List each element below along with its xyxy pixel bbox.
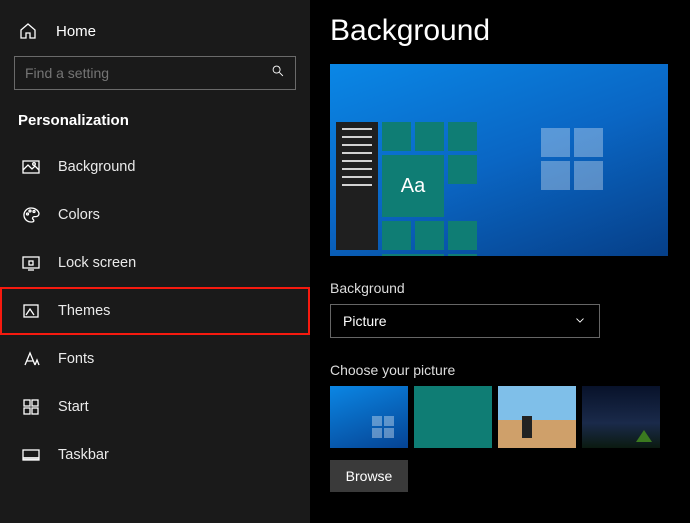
sidebar-item-fonts[interactable]: Fonts	[0, 335, 310, 383]
sidebar-item-colors[interactable]: Colors	[0, 191, 310, 239]
themes-icon	[20, 300, 42, 322]
fonts-icon	[20, 348, 42, 370]
picture-option-4[interactable]	[582, 386, 660, 448]
start-icon	[20, 396, 42, 418]
main-panel: Background Aa Background Picture Choose …	[310, 0, 690, 523]
section-title: Personalization	[0, 112, 310, 143]
palette-icon	[20, 204, 42, 226]
choose-picture-label: Choose your picture	[330, 362, 670, 378]
search-setting-box[interactable]	[14, 56, 296, 90]
sidebar-item-lockscreen[interactable]: Lock screen	[0, 239, 310, 287]
picture-option-1[interactable]	[330, 386, 408, 448]
lockscreen-icon	[20, 252, 42, 274]
taskbar-icon	[20, 444, 42, 466]
sidebar-item-label: Taskbar	[58, 447, 109, 463]
sidebar-item-taskbar[interactable]: Taskbar	[0, 431, 310, 479]
home-link[interactable]: Home	[0, 12, 310, 56]
picture-option-2[interactable]	[414, 386, 492, 448]
sidebar-item-label: Lock screen	[58, 255, 136, 271]
browse-button[interactable]: Browse	[330, 460, 408, 492]
background-label: Background	[330, 280, 670, 296]
sidebar-item-themes[interactable]: Themes	[0, 287, 310, 335]
picture-thumbnails	[330, 386, 670, 448]
sidebar-item-start[interactable]: Start	[0, 383, 310, 431]
page-title: Background	[330, 14, 670, 48]
sidebar-item-label: Fonts	[58, 351, 94, 367]
windows-logo-icon	[541, 128, 603, 190]
desktop-preview: Aa	[330, 64, 668, 256]
preview-start-list	[336, 122, 378, 250]
preview-tiles: Aa	[382, 122, 486, 250]
sidebar-item-label: Themes	[58, 303, 110, 319]
home-icon	[18, 20, 40, 42]
settings-sidebar: Home Personalization Background Colors L…	[0, 0, 310, 523]
search-input[interactable]	[25, 65, 233, 81]
dropdown-value: Picture	[343, 313, 387, 329]
picture-option-3[interactable]	[498, 386, 576, 448]
preview-sample-text-tile: Aa	[382, 155, 444, 217]
search-icon	[271, 64, 285, 83]
background-type-dropdown[interactable]: Picture	[330, 304, 600, 338]
sidebar-item-background[interactable]: Background	[0, 143, 310, 191]
sidebar-item-label: Start	[58, 399, 89, 415]
chevron-down-icon	[573, 313, 587, 330]
picture-icon	[20, 156, 42, 178]
home-label: Home	[56, 23, 96, 40]
sidebar-item-label: Colors	[58, 207, 100, 223]
sidebar-item-label: Background	[58, 159, 135, 175]
